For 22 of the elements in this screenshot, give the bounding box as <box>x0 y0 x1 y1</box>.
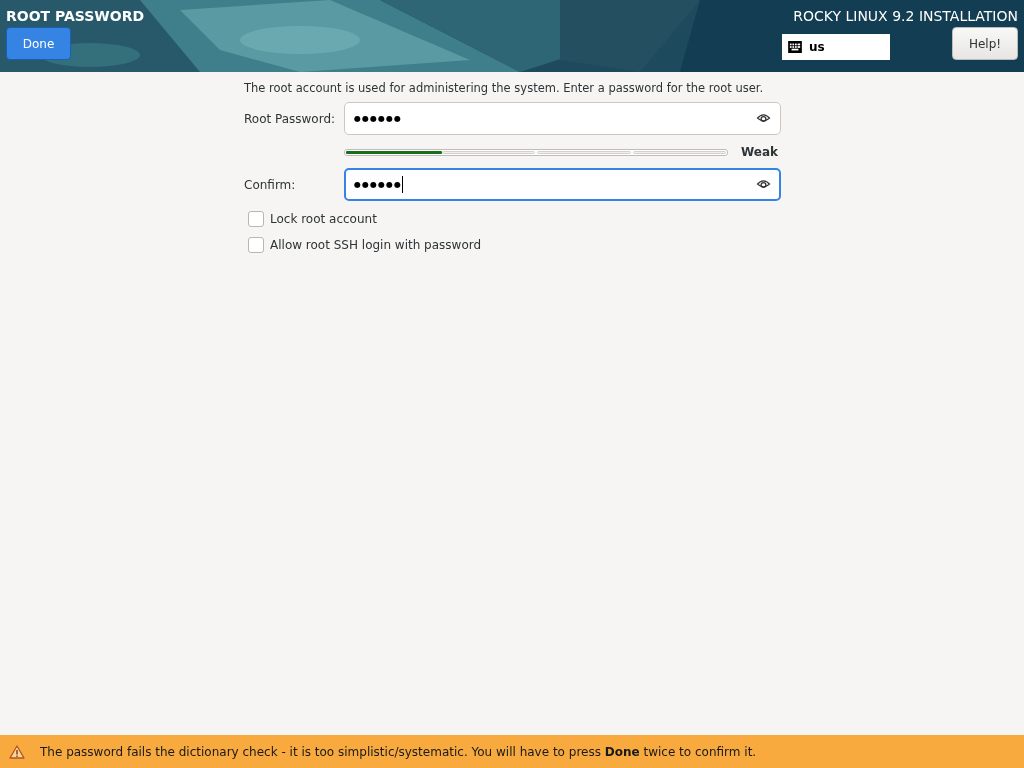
password-field[interactable]: ●●●●●● <box>344 102 781 135</box>
done-button[interactable]: Done <box>6 27 71 60</box>
checkbox-label[interactable]: Lock root account <box>270 212 377 226</box>
screen-title: ROOT PASSWORD <box>6 7 145 25</box>
keyboard-icon <box>788 41 802 53</box>
warning-icon <box>9 744 25 759</box>
intro-text: The root account is used for administering the system. Enter a password for the root user. <box>244 80 765 96</box>
checkbox[interactable] <box>248 237 264 253</box>
eye-icon[interactable] <box>756 113 771 124</box>
field-label: Root Password: <box>244 111 337 126</box>
password-field[interactable]: ●●●●●● <box>344 168 781 201</box>
help-button[interactable]: Help! <box>952 27 1018 60</box>
text-cursor <box>402 176 403 193</box>
product-title: ROCKY LINUX 9.2 INSTALLATION <box>793 7 1018 25</box>
checkbox[interactable] <box>248 211 264 227</box>
strength-label: Weak <box>741 145 779 159</box>
status-message: The password fails the dictionary check - it is too simplistic/systematic. You will have to press Done twice to confirm it. <box>40 744 757 759</box>
checkbox-label[interactable]: Allow root SSH login with password <box>270 238 482 252</box>
field-label: Confirm: <box>244 177 297 192</box>
keyboard-layout-text: us <box>809 40 825 54</box>
eye-icon[interactable] <box>756 179 771 190</box>
keyboard-layout-field[interactable]: us <box>782 34 890 60</box>
